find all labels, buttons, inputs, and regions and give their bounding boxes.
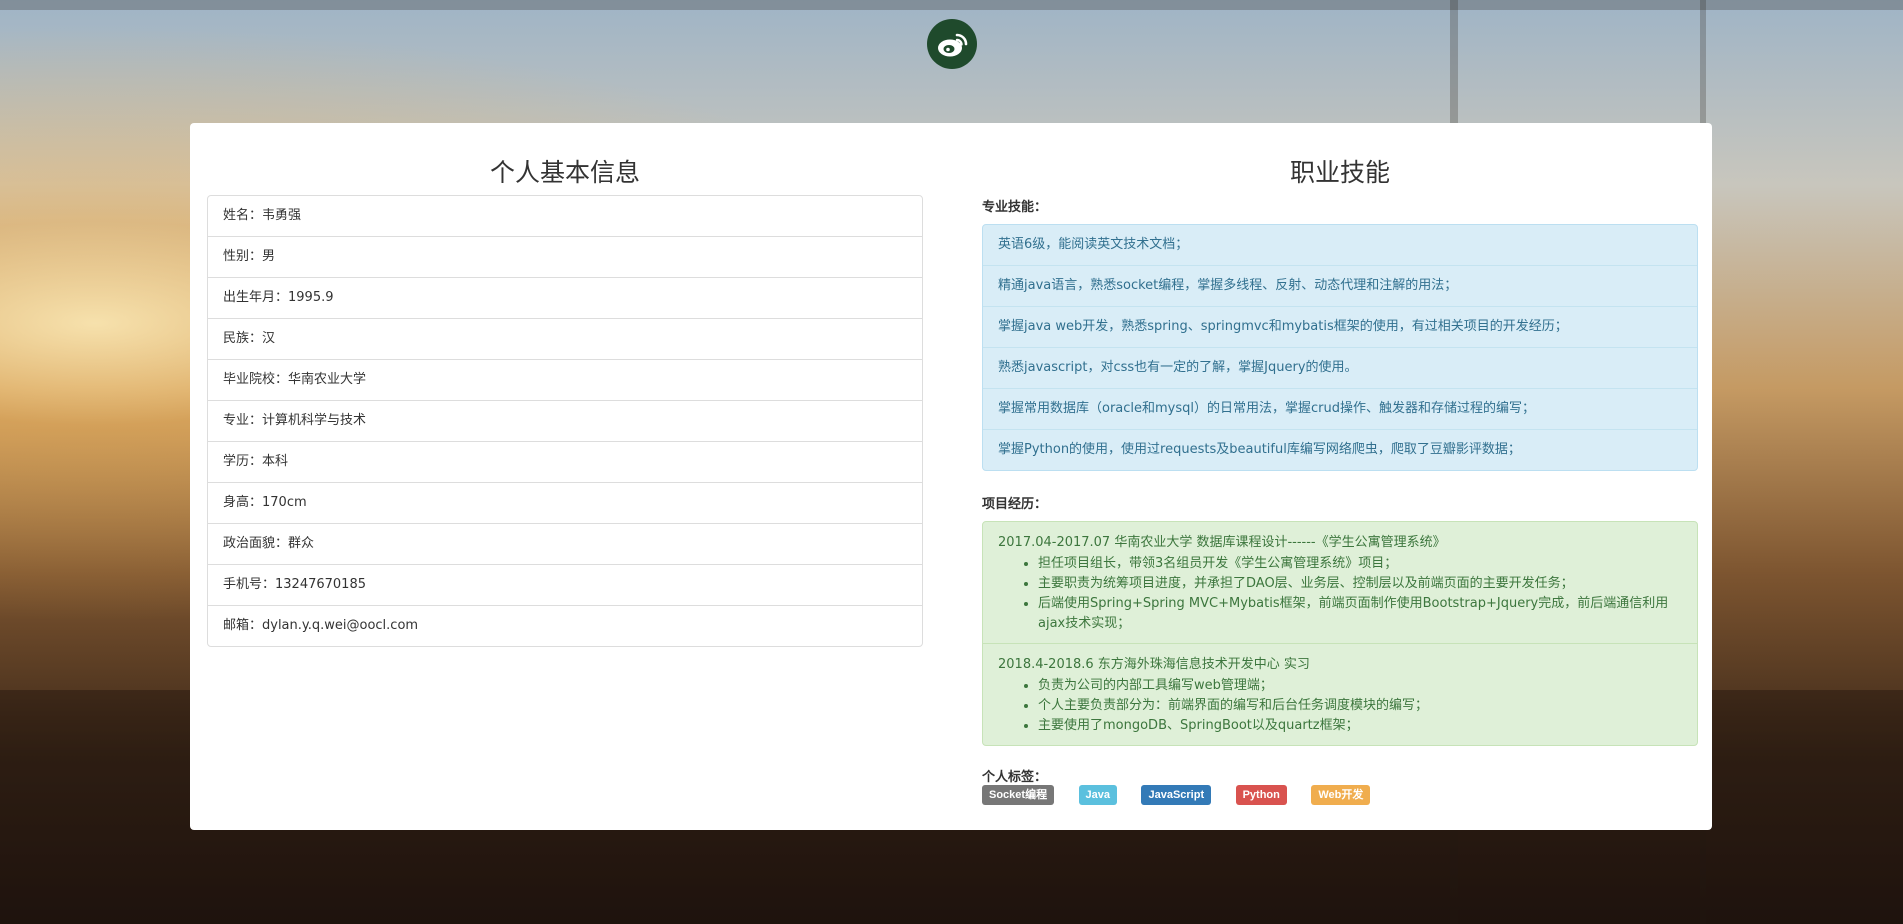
tag-python: Python <box>1235 785 1287 805</box>
projects-label: 项目经历： <box>982 497 1048 512</box>
tags-label: 个人标签： <box>982 770 1048 785</box>
info-birth: 出生年月：1995.9 <box>208 277 922 318</box>
project-bullet: 主要使用了mongoDB、SpringBoot以及quartz框架； <box>1038 716 1682 736</box>
skill-item: 掌握Python的使用，使用过requests及beautiful库编写网络爬虫… <box>983 429 1697 470</box>
tag-java: Java <box>1078 785 1118 805</box>
projects-list: 2017.04-2017.07 华南农业大学 数据库课程设计------《学生公… <box>982 521 1698 746</box>
info-gender: 性别：男 <box>208 236 922 277</box>
tags-row: Socket编程 Java JavaScript Python Web开发 <box>982 785 1390 807</box>
logo[interactable] <box>927 19 977 69</box>
project-title: 2018.4-2018.6 东方海外珠海信息技术开发中心 实习 <box>998 657 1310 672</box>
project-bullets: 负责为公司的内部工具编写web管理端； 个人主要负责部分为：前端界面的编写和后台… <box>998 676 1682 736</box>
info-email: 邮箱：dylan.y.q.wei@oocl.com <box>208 605 922 646</box>
info-ethnicity: 民族：汉 <box>208 318 922 359</box>
info-height: 身高：170cm <box>208 482 922 523</box>
tag-web: Web开发 <box>1311 785 1371 805</box>
tag-javascript: JavaScript <box>1141 785 1212 805</box>
project-bullets: 担任项目组长，带领3名组员开发《学生公寓管理系统》项目； 主要职责为统筹项目进度… <box>998 554 1682 634</box>
project-item: 2017.04-2017.07 华南农业大学 数据库课程设计------《学生公… <box>983 522 1697 643</box>
tag-socket: Socket编程 <box>982 785 1055 805</box>
info-degree: 学历：本科 <box>208 441 922 482</box>
project-bullet: 后端使用Spring+Spring MVC+Mybatis框架，前端页面制作使用… <box>1038 594 1682 634</box>
project-bullet: 主要职责为统筹项目进度，并承担了DAO层、业务层、控制层以及前端页面的主要开发任… <box>1038 574 1682 594</box>
skill-item: 英语6级，能阅读英文技术文档； <box>998 237 1189 252</box>
project-bullet: 担任项目组长，带领3名组员开发《学生公寓管理系统》项目； <box>1038 554 1682 574</box>
basic-info-title: 个人基本信息 <box>489 158 640 187</box>
skills-label: 专业技能： <box>982 200 1048 215</box>
skill-item: 掌握常用数据库（oracle和mysql）的日常用法，掌握crud操作、触发器和… <box>983 388 1697 429</box>
resume-card: 个人基本信息 姓名：韦勇强 性别：男 出生年月：1995.9 民族：汉 毕业院校… <box>190 123 1712 830</box>
skills-title: 职业技能 <box>1289 158 1390 187</box>
project-bullet: 个人主要负责部分为：前端界面的编写和后台任务调度模块的编写； <box>1038 696 1682 716</box>
project-item: 2018.4-2018.6 东方海外珠海信息技术开发中心 实习 负责为公司的内部… <box>983 643 1697 745</box>
project-title: 2017.04-2017.07 华南农业大学 数据库课程设计------《学生公… <box>998 535 1446 550</box>
info-political: 政治面貌：群众 <box>208 523 922 564</box>
ceiling-beam <box>0 0 1903 10</box>
info-school: 毕业院校：华南农业大学 <box>208 359 922 400</box>
weibo-icon <box>938 33 968 57</box>
project-bullet: 负责为公司的内部工具编写web管理端； <box>1038 676 1682 696</box>
skill-item: 掌握java web开发，熟悉spring、springmvc和mybatis框… <box>983 306 1697 347</box>
basic-info-list: 姓名：韦勇强 性别：男 出生年月：1995.9 民族：汉 毕业院校：华南农业大学… <box>207 195 923 647</box>
info-name: 姓名：韦勇强 <box>223 208 302 223</box>
skill-item: 精通java语言，熟悉socket编程，掌握多线程、反射、动态代理和注解的用法； <box>983 265 1697 306</box>
skill-item: 熟悉javascript，对css也有一定的了解，掌握Jquery的使用。 <box>983 347 1697 388</box>
info-major: 专业：计算机科学与技术 <box>208 400 922 441</box>
info-phone: 手机号：13247670185 <box>208 564 922 605</box>
skills-list: 英语6级，能阅读英文技术文档； 精通java语言，熟悉socket编程，掌握多线… <box>982 224 1698 471</box>
